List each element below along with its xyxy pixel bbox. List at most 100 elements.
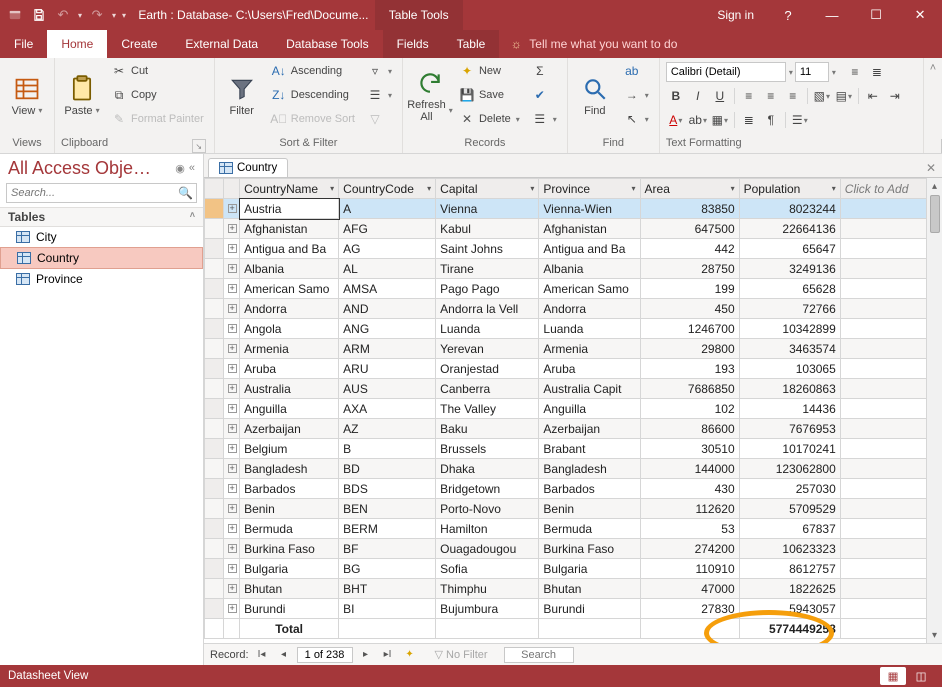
row-selector[interactable] [205,579,224,599]
cell[interactable]: Sofia [436,559,539,579]
descending-button[interactable]: Z↓Descending [267,84,359,106]
cell[interactable]: 1246700 [640,319,739,339]
cell[interactable]: Benin [240,499,339,519]
cell[interactable]: Tirane [436,259,539,279]
table-row[interactable]: +BurundiBIBujumburaBurundi278305943057 [205,599,942,619]
gridlines-button[interactable]: ▦▾ [710,110,730,130]
table-row[interactable]: +AlbaniaALTiraneAlbania287503249136 [205,259,942,279]
nav-first-button[interactable]: I◂ [253,647,271,663]
cell[interactable]: Bulgaria [539,559,640,579]
cell[interactable]: Burkina Faso [240,539,339,559]
scroll-up-icon[interactable]: ▴ [927,178,942,194]
table-row[interactable]: +AzerbaijanAZBakuAzerbaijan866007676953 [205,419,942,439]
cell[interactable]: 10342899 [739,319,840,339]
paste-button[interactable]: Paste▾ [61,60,103,132]
cell[interactable]: ARM [339,339,436,359]
cell[interactable]: Baku [436,419,539,439]
cell[interactable]: 199 [640,279,739,299]
bullets-button[interactable]: ≡ [845,62,865,82]
cell[interactable]: Vienna [436,199,539,219]
expand-row[interactable]: + [223,259,240,279]
align-center-button[interactable]: ≡ [761,86,781,106]
row-selector[interactable] [205,619,224,639]
qat-customize-icon[interactable]: ▾ [122,11,126,20]
cell[interactable]: BERM [339,519,436,539]
tab-external-data[interactable]: External Data [171,30,272,58]
remove-sort-button[interactable]: A⃠Remove Sort [267,108,359,130]
cell[interactable]: 53 [640,519,739,539]
col-province[interactable]: Province▾ [539,179,640,199]
spelling-button[interactable]: ✔ [528,84,561,106]
tab-database-tools[interactable]: Database Tools [272,30,383,58]
datasheet-search-input[interactable] [504,647,574,663]
font-color-button[interactable]: A▾ [666,110,686,130]
row-selector[interactable] [205,399,224,419]
expand-row[interactable]: + [223,359,240,379]
cell[interactable]: Saint Johns [436,239,539,259]
col-area[interactable]: Area▾ [640,179,739,199]
expand-row[interactable]: + [223,559,240,579]
nav-pin-icon[interactable]: ◉ [175,162,185,175]
cell[interactable]: Antigua and Ba [539,239,640,259]
cell[interactable]: Afghanistan [240,219,339,239]
conditional-format-button[interactable]: ☰▾ [790,110,810,130]
tab-table[interactable]: Table [443,30,500,58]
cell[interactable]: AZ [339,419,436,439]
table-row[interactable]: +Antigua and BaAGSaint JohnsAntigua and … [205,239,942,259]
cell[interactable]: 65628 [739,279,840,299]
row-selector[interactable] [205,559,224,579]
row-selector[interactable] [205,239,224,259]
row-selector[interactable] [205,439,224,459]
format-painter-button[interactable]: ✎Format Painter [107,108,208,130]
vertical-scrollbar[interactable]: ▴ ▾ [926,178,942,643]
row-selector[interactable] [205,479,224,499]
filter-button[interactable]: Filter [221,60,263,132]
cell[interactable]: 18260863 [739,379,840,399]
cell[interactable]: A [339,199,436,219]
cell[interactable]: Brabant [539,439,640,459]
cell[interactable]: Kabul [436,219,539,239]
undo-icon[interactable]: ↶ [54,6,72,24]
cell[interactable]: 5709529 [739,499,840,519]
object-tab-country[interactable]: Country [208,158,288,177]
new-record-button[interactable]: ✦New [455,60,524,82]
fill-color-button[interactable]: ▧▾ [812,86,832,106]
clipboard-launcher[interactable]: ↘ [192,139,206,153]
select-button[interactable]: ↖▾ [620,108,653,130]
table-row[interactable]: +ArmeniaARMYerevanArmenia298003463574 [205,339,942,359]
close-button[interactable]: ✕ [898,0,942,30]
col-country-code[interactable]: CountryCode▾ [339,179,436,199]
cell[interactable]: 65647 [739,239,840,259]
row-selector[interactable] [205,459,224,479]
design-view-button[interactable]: ◫ [908,667,934,685]
cell[interactable]: Pago Pago [436,279,539,299]
cell[interactable]: 27830 [640,599,739,619]
cell[interactable]: AUS [339,379,436,399]
record-position-input[interactable] [297,647,353,663]
advanced-filter-button[interactable]: ☰▾ [363,84,396,106]
cell[interactable]: Belgium [240,439,339,459]
text-direction-button[interactable]: ¶ [761,110,781,130]
cell[interactable]: 14436 [739,399,840,419]
view-button[interactable]: View▾ [6,60,48,132]
expand-row[interactable]: + [223,319,240,339]
cell[interactable]: AXA [339,399,436,419]
cell[interactable]: BG [339,559,436,579]
cell[interactable]: Azerbaijan [539,419,640,439]
cell[interactable]: 47000 [640,579,739,599]
cell[interactable]: 30510 [640,439,739,459]
cell[interactable]: 144000 [640,459,739,479]
table-row[interactable]: +AfghanistanAFGKabulAfghanistan647500226… [205,219,942,239]
align-right-button[interactable]: ≡ [783,86,803,106]
row-selector[interactable] [205,379,224,399]
expand-row[interactable]: + [223,219,240,239]
cell[interactable]: Angola [240,319,339,339]
copy-button[interactable]: ⧉Copy [107,84,208,106]
nav-section-tables[interactable]: Tables ˄ [0,207,203,227]
cell[interactable]: The Valley [436,399,539,419]
cell[interactable]: Hamilton [436,519,539,539]
expand-row[interactable]: + [223,399,240,419]
row-selector[interactable] [205,599,224,619]
cell[interactable]: Vienna-Wien [539,199,640,219]
cell[interactable]: Azerbaijan [240,419,339,439]
